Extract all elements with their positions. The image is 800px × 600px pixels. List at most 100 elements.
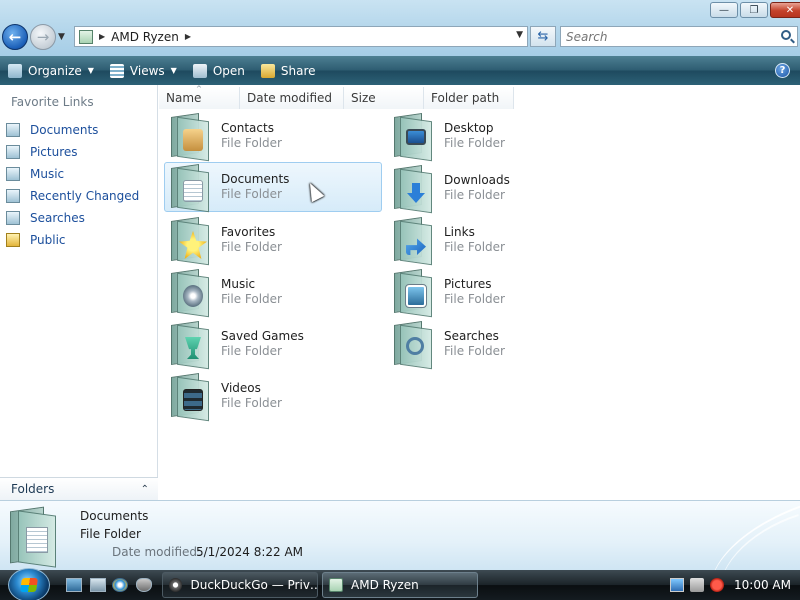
details-date-label: Date modified: bbox=[112, 545, 202, 559]
column-header-label: Folder path bbox=[431, 91, 500, 105]
favorites-folder-icon bbox=[169, 217, 213, 266]
maximize-button[interactable]: ❐ bbox=[740, 2, 768, 18]
favorite-links-list: Documents Pictures Music Recently Change… bbox=[6, 119, 139, 251]
column-header-folder-path[interactable]: Folder path bbox=[424, 87, 514, 109]
mute-icon[interactable] bbox=[710, 578, 724, 592]
saved-games-folder-icon bbox=[169, 321, 213, 370]
start-button[interactable] bbox=[8, 568, 50, 600]
organize-button[interactable]: Organize ▼ bbox=[0, 56, 102, 85]
command-bar: Organize ▼ Views ▼ Open Share ? bbox=[0, 56, 800, 85]
refresh-button[interactable]: ⇆ bbox=[530, 26, 556, 47]
help-button[interactable]: ? bbox=[775, 63, 790, 78]
explorer-icon bbox=[329, 578, 343, 592]
sidebar-item-recently-changed[interactable]: Recently Changed bbox=[6, 185, 139, 207]
folder-tile-saved-games[interactable]: Saved Games File Folder bbox=[165, 319, 383, 370]
folders-label: Folders bbox=[11, 482, 55, 496]
folder-tile-desktop[interactable]: Desktop File Folder bbox=[388, 111, 606, 162]
minimize-button[interactable]: — bbox=[710, 2, 738, 18]
address-bar[interactable]: ▶ AMD Ryzen ▶ ▼ bbox=[74, 26, 528, 47]
column-header-size[interactable]: Size bbox=[344, 87, 424, 109]
folder-tile-documents[interactable]: Documents File Folder bbox=[164, 162, 382, 213]
folder-tile-favorites[interactable]: Favorites File Folder bbox=[165, 215, 383, 266]
videos-folder-icon bbox=[169, 373, 213, 422]
folder-name: Contacts bbox=[221, 121, 274, 135]
recent-pages-dropdown[interactable]: ▼ bbox=[58, 32, 65, 42]
search-input[interactable] bbox=[566, 29, 766, 44]
open-icon bbox=[192, 63, 207, 78]
documents-folder-large-icon bbox=[8, 506, 60, 568]
column-header-date-modified[interactable]: Date modified bbox=[240, 87, 344, 109]
breadcrumb-separator[interactable]: ▶ bbox=[99, 32, 105, 41]
folder-type: File Folder bbox=[221, 240, 282, 254]
volume-icon[interactable] bbox=[690, 578, 704, 592]
search-box[interactable] bbox=[560, 26, 798, 47]
folder-name: Music bbox=[221, 277, 256, 291]
pictures-folder-icon bbox=[392, 269, 436, 318]
sidebar-item-documents[interactable]: Documents bbox=[6, 119, 139, 141]
folder-tile-pictures[interactable]: Pictures File Folder bbox=[388, 267, 606, 318]
media-app-icon[interactable] bbox=[136, 578, 152, 592]
downloads-folder-icon bbox=[392, 165, 436, 214]
views-icon bbox=[109, 63, 124, 78]
sidebar-item-pictures[interactable]: Pictures bbox=[6, 141, 139, 163]
column-header-name[interactable]: ^ Name bbox=[159, 85, 240, 109]
network-icon[interactable] bbox=[670, 578, 684, 592]
folder-name: Favorites bbox=[221, 225, 276, 239]
folder-tile-videos[interactable]: Videos File Folder bbox=[165, 371, 383, 422]
taskbar-button-explorer[interactable]: AMD Ryzen bbox=[322, 572, 478, 598]
address-history-dropdown[interactable]: ▼ bbox=[516, 30, 523, 40]
views-button[interactable]: Views ▼ bbox=[102, 56, 185, 85]
folder-type: File Folder bbox=[444, 344, 505, 358]
forward-button[interactable]: → bbox=[30, 24, 56, 50]
chevron-down-icon[interactable]: ▼ bbox=[171, 66, 177, 75]
column-headers: ^ Name Date modified Size Folder path bbox=[159, 85, 514, 109]
folder-name: Downloads bbox=[444, 173, 510, 187]
folder-tile-searches[interactable]: Searches File Folder bbox=[388, 319, 606, 370]
taskbar-button-label: AMD Ryzen bbox=[351, 578, 419, 592]
searches-folder-icon bbox=[392, 321, 436, 370]
column-header-label: Name bbox=[166, 91, 202, 105]
window-controls: — ❐ ✕ bbox=[710, 2, 800, 18]
sidebar-item-searches[interactable]: Searches bbox=[6, 207, 139, 229]
folder-tile-downloads[interactable]: Downloads File Folder bbox=[388, 163, 606, 214]
music-icon bbox=[6, 167, 20, 181]
chevron-down-icon: ▼ bbox=[87, 66, 94, 75]
details-pane: Documents File Folder Date modified: 5/1… bbox=[0, 500, 800, 570]
folder-type: File Folder bbox=[444, 292, 505, 306]
folder-tile-links[interactable]: Links File Folder bbox=[388, 215, 606, 266]
internet-explorer-icon[interactable] bbox=[112, 578, 128, 592]
show-desktop-icon[interactable] bbox=[66, 578, 82, 592]
sidebar-item-public[interactable]: Public bbox=[6, 229, 139, 251]
clock[interactable]: 10:00 AM bbox=[734, 578, 791, 592]
search-icon[interactable] bbox=[781, 30, 791, 40]
back-button[interactable]: ← bbox=[2, 24, 28, 50]
details-date-value: 5/1/2024 8:22 AM bbox=[196, 545, 304, 559]
breadcrumb-separator-trailing[interactable]: ▶ bbox=[185, 32, 191, 41]
folder-tile-music[interactable]: Music File Folder bbox=[165, 267, 383, 318]
breadcrumb-location[interactable]: AMD Ryzen bbox=[111, 30, 179, 44]
sidebar-item-label: Documents bbox=[30, 123, 99, 137]
folder-type: File Folder bbox=[221, 292, 282, 306]
links-folder-icon bbox=[392, 217, 436, 266]
open-button[interactable]: Open bbox=[185, 56, 253, 85]
folder-type: File Folder bbox=[221, 187, 282, 201]
taskbar-button-label: DuckDuckGo — Priv… bbox=[190, 578, 317, 592]
documents-folder-icon bbox=[169, 164, 213, 213]
folder-tile-contacts[interactable]: Contacts File Folder bbox=[165, 111, 383, 162]
folders-toggle[interactable]: Folders ⌃ bbox=[0, 477, 158, 500]
taskbar-button-duckduckgo[interactable]: DuckDuckGo — Priv… bbox=[162, 572, 318, 598]
close-button[interactable]: ✕ bbox=[770, 2, 800, 18]
folder-type: File Folder bbox=[221, 396, 282, 410]
share-button[interactable]: Share bbox=[253, 56, 324, 85]
sidebar-item-music[interactable]: Music bbox=[6, 163, 139, 185]
desktop-folder-icon bbox=[392, 113, 436, 162]
folder-name: Pictures bbox=[444, 277, 492, 291]
sort-ascending-icon: ^ bbox=[196, 85, 202, 93]
open-label: Open bbox=[212, 63, 245, 78]
chevron-up-icon: ⌃ bbox=[140, 483, 149, 495]
switch-windows-icon[interactable] bbox=[90, 578, 106, 592]
contacts-folder-icon bbox=[169, 113, 213, 162]
sidebar-item-label: Recently Changed bbox=[30, 189, 140, 203]
recently-changed-icon bbox=[6, 189, 20, 203]
sidebar-item-label: Searches bbox=[30, 211, 85, 225]
